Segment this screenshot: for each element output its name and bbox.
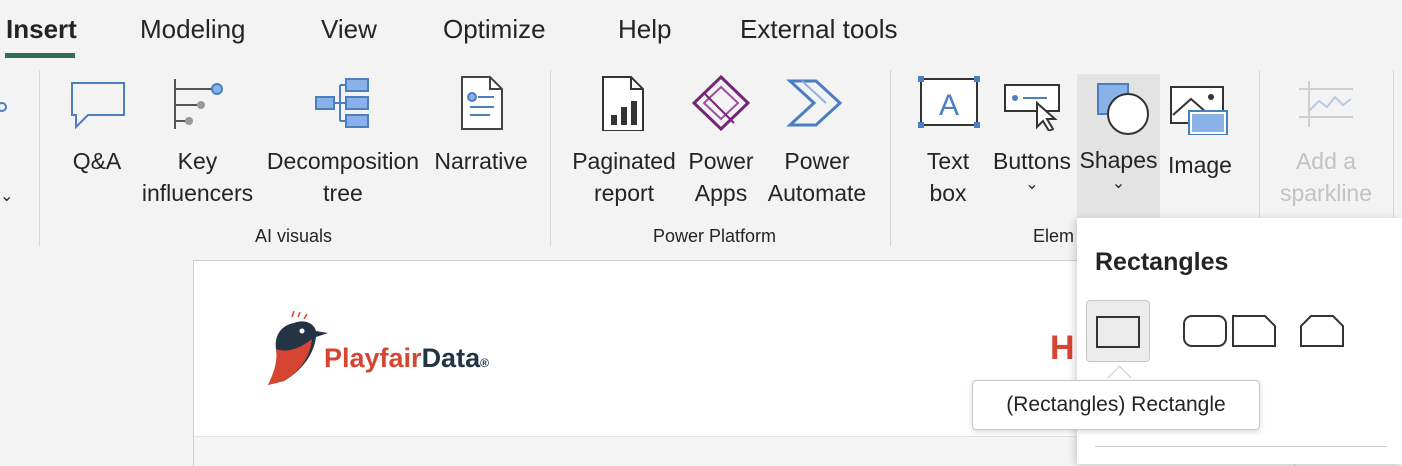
- shape-snip-top-corners-rectangle[interactable]: [1291, 300, 1353, 360]
- buttons-icon: [1004, 84, 1060, 131]
- power-apps-button[interactable]: Power Apps: [686, 75, 756, 209]
- chevron-down-icon: ⌄: [0, 188, 14, 205]
- image-label: Image: [1168, 152, 1232, 178]
- shapes-label: Shapes: [1079, 147, 1158, 173]
- tab-external-tools[interactable]: External tools: [740, 14, 898, 45]
- snip-top-corners-shape-icon: [1300, 315, 1344, 347]
- tab-insert[interactable]: Insert: [6, 14, 77, 45]
- power-automate-icon: [786, 79, 843, 127]
- partial-icon: [0, 102, 7, 112]
- logo-text-playfair: Playfair: [324, 343, 422, 373]
- tab-help[interactable]: Help: [618, 14, 671, 45]
- shape-rectangle[interactable]: [1086, 300, 1150, 362]
- shape-tooltip: (Rectangles) Rectangle: [972, 380, 1260, 430]
- qa-label: Q&A: [72, 148, 122, 174]
- logo-text-data: Data: [421, 343, 481, 373]
- playfair-logo-text: PlayfairData®: [324, 343, 489, 374]
- ribbon-tabs: Insert Modeling View Optimize Help Exter…: [0, 0, 1402, 62]
- group-label-power-platform: Power Platform: [653, 226, 777, 246]
- add-sparkline-button[interactable]: Add a sparkline: [1276, 75, 1376, 209]
- narrative-icon: [461, 76, 503, 130]
- text-box-label: Text box: [926, 148, 970, 206]
- image-icon: [1170, 86, 1228, 135]
- decomposition-tree-label: Decomposition tree: [266, 148, 420, 206]
- dropdown-title-rectangles: Rectangles: [1095, 248, 1229, 276]
- rectangle-shape-icon: [1096, 316, 1140, 348]
- paginated-report-button[interactable]: Paginated report: [570, 75, 678, 209]
- partial-left-button[interactable]: ⌄: [0, 75, 14, 205]
- tab-optimize[interactable]: Optimize: [443, 14, 546, 45]
- playfair-bird-logo: [268, 310, 328, 385]
- tab-view[interactable]: View: [321, 14, 377, 45]
- key-influencers-label: Key influencers: [141, 148, 254, 206]
- paginated-report-label: Paginated report: [572, 148, 676, 206]
- key-influencers-icon: [173, 79, 223, 129]
- separator: [39, 70, 40, 246]
- buttons-label: Buttons: [993, 148, 1071, 174]
- qa-button[interactable]: Q&A: [62, 75, 132, 177]
- group-label-ai-visuals: AI visuals: [255, 226, 333, 246]
- separator: [890, 70, 891, 246]
- power-apps-icon: [691, 75, 751, 131]
- snip-corner-rectangle-shape-icon: [1232, 315, 1276, 347]
- logo-registered: ®: [480, 356, 489, 370]
- qa-icon: [71, 82, 125, 130]
- power-automate-button[interactable]: Power Automate: [763, 75, 871, 209]
- power-apps-label: Power Apps: [688, 148, 754, 206]
- active-tab-indicator: [5, 53, 75, 58]
- dropdown-divider: [1095, 446, 1387, 447]
- sparkline-icon: [1299, 81, 1353, 127]
- text-box-button[interactable]: A Text box: [912, 75, 984, 209]
- decomposition-tree-button[interactable]: Decomposition tree: [262, 75, 424, 209]
- narrative-button[interactable]: Narrative: [431, 75, 531, 177]
- buttons-button[interactable]: Buttons ⌄: [990, 75, 1074, 193]
- rounded-rectangle-shape-icon: [1183, 315, 1227, 347]
- power-automate-label: Power Automate: [767, 148, 867, 206]
- tab-modeling[interactable]: Modeling: [140, 14, 246, 45]
- svg-text:A: A: [939, 89, 959, 122]
- add-sparkline-label: Add a sparkline: [1279, 148, 1373, 206]
- image-button[interactable]: Image: [1163, 75, 1237, 181]
- page-heading-partial: H: [1050, 329, 1075, 367]
- group-label-elements: Elem: [1033, 226, 1075, 246]
- decomposition-tree-icon: [315, 78, 369, 128]
- separator: [550, 70, 551, 246]
- shapes-button[interactable]: Shapes ⌄: [1077, 74, 1160, 218]
- text-box-icon: A: [918, 76, 980, 128]
- key-influencers-button[interactable]: Key influencers: [140, 75, 255, 209]
- narrative-label: Narrative: [434, 148, 528, 174]
- shapes-icon: [1096, 83, 1149, 135]
- shape-snip-corner-rectangle[interactable]: [1223, 300, 1285, 360]
- chevron-down-icon: ⌄: [1025, 176, 1039, 193]
- chevron-down-icon: ⌄: [1111, 175, 1126, 192]
- paginated-report-icon: [602, 76, 644, 131]
